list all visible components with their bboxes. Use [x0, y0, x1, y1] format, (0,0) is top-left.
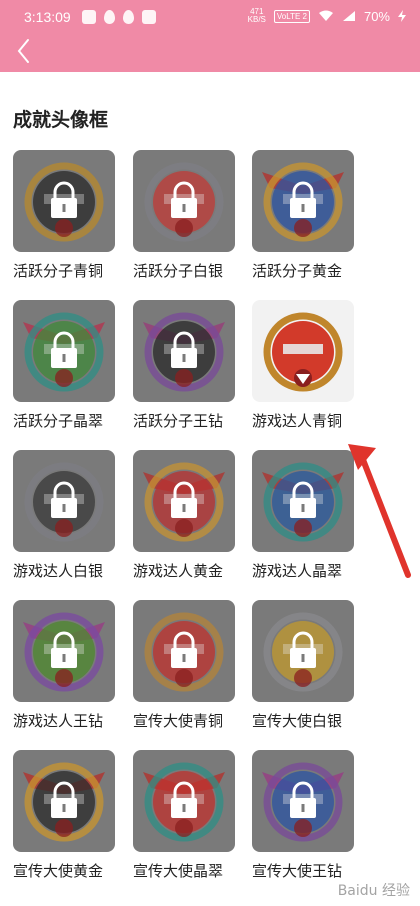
avatar-frame-graphic — [262, 162, 344, 242]
avatar-frame-graphic — [24, 162, 104, 242]
watermark: Baidu 经验 — [337, 883, 410, 899]
wifi-icon — [318, 10, 333, 21]
avatar-frame-thumbnail[interactable] — [133, 600, 235, 702]
avatar-frame-graphic — [144, 612, 224, 692]
avatar-frame-thumbnail[interactable] — [252, 750, 354, 852]
avatar-frame-graphic — [143, 462, 225, 542]
avatar-frame-thumbnail[interactable] — [252, 300, 354, 402]
avatar-frame-item[interactable]: 游戏达人黄金 — [133, 450, 253, 590]
avatar-frame-label: 活跃分子青铜 — [13, 262, 104, 280]
avatar-frame-thumbnail[interactable] — [13, 600, 115, 702]
charging-icon — [398, 10, 406, 22]
avatar-frame-thumbnail[interactable] — [13, 150, 115, 252]
avatar-frame-item[interactable]: 活跃分子王钻 — [133, 300, 253, 440]
avatar-frame-graphic — [24, 462, 104, 542]
avatar-frame-label: 宣传大使黄金 — [13, 862, 104, 880]
avatar-frame-graphic — [143, 762, 225, 842]
notification-icons — [82, 10, 156, 24]
avatar-frame-label: 游戏达人王钻 — [13, 712, 104, 730]
avatar-frame-label: 活跃分子王钻 — [133, 412, 224, 430]
app-notification-icon — [82, 10, 96, 24]
avatar-frame-thumbnail[interactable] — [133, 300, 235, 402]
avatar-frame-item[interactable]: 活跃分子黄金 — [252, 150, 372, 290]
avatar-frame-label: 活跃分子黄金 — [252, 262, 343, 280]
top-app-bar — [0, 34, 420, 72]
status-bar: 3:13:09 471 KB/S VoLTE 2 70% — [0, 0, 420, 34]
avatar-frame-item[interactable]: 宣传大使白银 — [252, 600, 372, 740]
avatar-frame-graphic — [144, 162, 224, 242]
avatar-frame-item[interactable]: 宣传大使青铜 — [133, 600, 253, 740]
avatar-frame-label: 宣传大使王钻 — [252, 862, 343, 880]
avatar-frame-label: 游戏达人白银 — [13, 562, 104, 580]
avatar-frame-thumbnail[interactable] — [133, 450, 235, 552]
page-title: 成就头像框 — [13, 109, 109, 131]
avatar-frame-item[interactable]: 游戏达人青铜 — [252, 300, 372, 440]
volte-badge: VoLTE 2 — [273, 9, 310, 23]
avatar-frame-label: 宣传大使晶翠 — [133, 862, 224, 880]
signal-icon — [342, 11, 355, 21]
avatar-frame-thumbnail[interactable] — [13, 750, 115, 852]
battery-percent: 70% — [363, 8, 390, 24]
avatar-frame-graphic — [143, 312, 225, 392]
drop-icon — [123, 10, 134, 24]
avatar-frame-label: 游戏达人黄金 — [133, 562, 224, 580]
status-time: 3:13:09 — [24, 9, 71, 25]
chevron-left-icon[interactable] — [12, 36, 36, 66]
avatar-frame-item[interactable]: 宣传大使王钻 — [252, 750, 372, 890]
avatar-frame-item[interactable]: 活跃分子白银 — [133, 150, 253, 290]
status-right: 471 KB/S VoLTE 2 70% — [248, 8, 406, 24]
drop-icon — [104, 10, 115, 24]
avatar-frame-thumbnail[interactable] — [13, 450, 115, 552]
avatar-frame-item[interactable]: 活跃分子晶翠 — [13, 300, 133, 440]
avatar-frame-item[interactable]: 宣传大使黄金 — [13, 750, 133, 890]
avatar-frame-label: 游戏达人青铜 — [252, 412, 343, 430]
avatar-frame-graphic — [262, 762, 344, 842]
avatar-frame-graphic — [23, 762, 105, 842]
avatar-frame-label: 宣传大使白银 — [252, 712, 343, 730]
avatar-frame-graphic — [263, 312, 343, 392]
avatar-frame-item[interactable]: 活跃分子青铜 — [13, 150, 133, 290]
image-icon — [142, 10, 156, 24]
avatar-frame-graphic — [23, 312, 105, 392]
avatar-frame-item[interactable]: 游戏达人白银 — [13, 450, 133, 590]
avatar-frame-thumbnail[interactable] — [133, 750, 235, 852]
avatar-frame-thumbnail[interactable] — [252, 150, 354, 252]
avatar-frame-thumbnail[interactable] — [13, 300, 115, 402]
avatar-frame-item[interactable]: 宣传大使晶翠 — [133, 750, 253, 890]
avatar-frame-thumbnail[interactable] — [133, 150, 235, 252]
avatar-frame-label: 活跃分子白银 — [133, 262, 224, 280]
avatar-frame-label: 宣传大使青铜 — [133, 712, 224, 730]
annotation-arrow — [348, 444, 411, 578]
avatar-frame-graphic — [263, 612, 343, 692]
avatar-frame-thumbnail[interactable] — [252, 600, 354, 702]
network-speed: 471 KB/S — [247, 7, 266, 24]
avatar-frame-label: 活跃分子晶翠 — [13, 412, 104, 430]
avatar-frame-item[interactable]: 游戏达人王钻 — [13, 600, 133, 740]
avatar-frame-graphic — [23, 612, 105, 692]
